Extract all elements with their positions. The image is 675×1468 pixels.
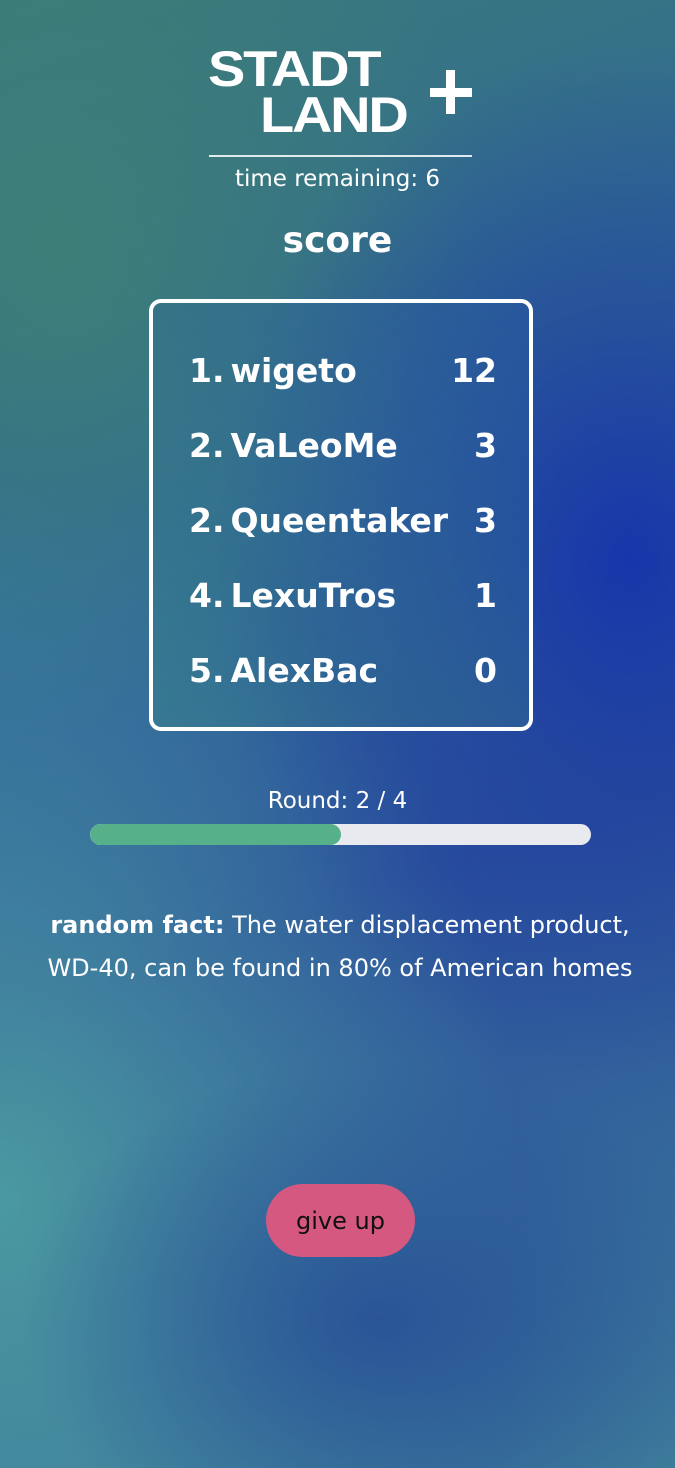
player-name: VaLeoMe <box>230 425 398 465</box>
score-row: 5. AlexBac 0 <box>189 648 497 692</box>
player-name: LexuTros <box>230 575 397 615</box>
player-points: 0 <box>474 650 497 690</box>
scoreboard: 1. wigeto 12 2. VaLeoMe 3 2. Queentaker 3 4… <box>149 299 533 731</box>
time-remaining-value: 6 <box>425 166 441 192</box>
round-progress-fill <box>90 824 341 845</box>
player-name: Queentaker <box>230 500 449 540</box>
logo-plus-icon <box>430 70 476 116</box>
player-points: 12 <box>451 350 497 390</box>
time-remaining: time remaining: 6 <box>0 166 675 192</box>
score-row: 2. Queentaker 3 <box>189 498 497 542</box>
round-progress-bar <box>90 824 591 845</box>
random-fact: random fact: The water displacement prod… <box>40 904 640 990</box>
app-logo: STADT LAND <box>208 44 472 140</box>
player-rank: 1. <box>189 350 225 390</box>
player-rank: 2. <box>189 425 225 465</box>
score-heading: score <box>282 220 393 261</box>
score-row: 1. wigeto 12 <box>189 348 497 392</box>
player-name: AlexBac <box>230 650 379 690</box>
player-name: wigeto <box>230 350 357 390</box>
score-row: 2. VaLeoMe 3 <box>189 423 497 467</box>
player-points: 3 <box>474 425 497 465</box>
player-points: 1 <box>474 575 497 615</box>
round-counter: Round: 2 / 4 <box>267 788 408 814</box>
logo-line-land: LAND <box>260 87 409 143</box>
give-up-button[interactable]: give up <box>266 1184 415 1257</box>
time-remaining-label: time remaining: <box>234 166 419 192</box>
player-rank: 2. <box>189 500 225 540</box>
player-points: 3 <box>474 500 497 540</box>
score-row: 4. LexuTros 1 <box>189 573 497 617</box>
player-rank: 4. <box>189 575 225 615</box>
player-rank: 5. <box>189 650 225 690</box>
logo-divider <box>209 155 472 157</box>
random-fact-label: random fact: <box>50 911 225 939</box>
